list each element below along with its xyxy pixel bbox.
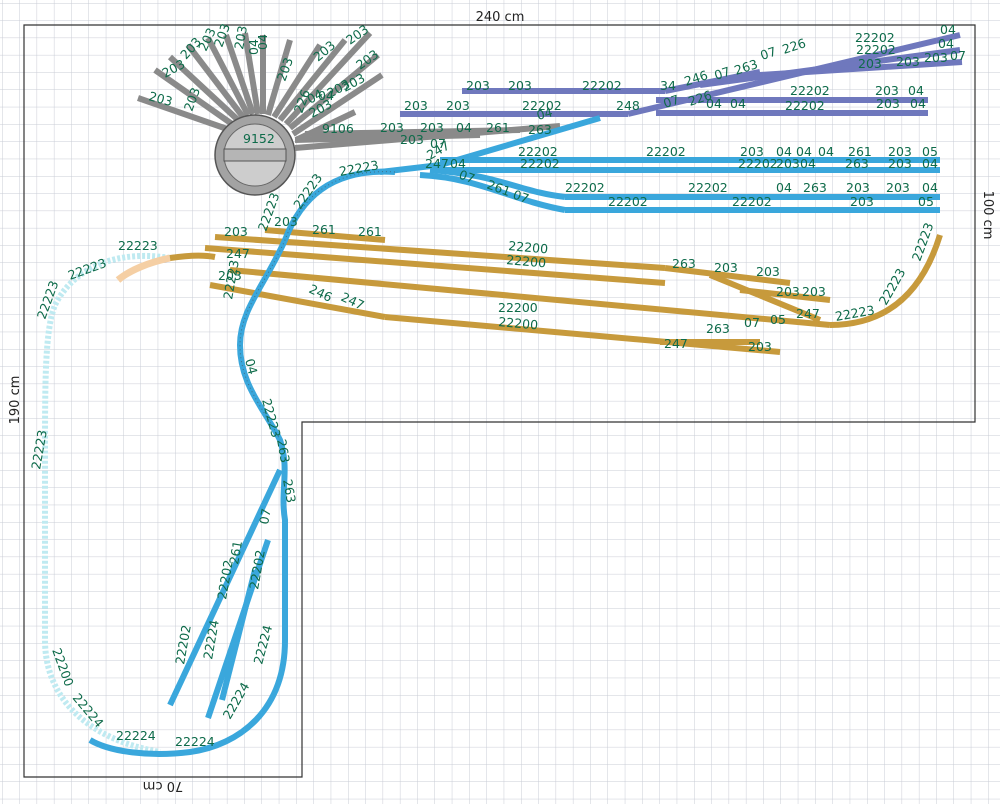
part-label-blue-yard: 203 (886, 180, 910, 195)
part-label-brown: 261 (312, 222, 336, 237)
part-label-brown: 203 (802, 284, 826, 299)
part-label-violet-mid: 248 (616, 98, 640, 113)
part-label-ghost-loop: 22224 (116, 728, 156, 743)
part-label-violet-mid: 203 (404, 98, 428, 113)
part-label-violet-mid: 22202 (790, 83, 830, 98)
part-label-brown: 263 (672, 256, 696, 271)
part-label-blue-yard: 04 (922, 156, 938, 171)
part-label-brown: 263 (706, 321, 730, 336)
part-label-blue-yard: 22202 (688, 180, 728, 195)
part-label-blue-yard: 203 (850, 194, 874, 209)
part-label-violet-mid: 04 (910, 96, 926, 111)
part-label-blue-yard: 203 (846, 180, 870, 195)
part-label-brown: 22200 (498, 300, 538, 315)
part-label-brown: 203 (776, 284, 800, 299)
dimension-left: 190 cm (8, 376, 23, 425)
part-label-ghost-loop: 22223 (118, 238, 158, 253)
dimension-top: 240 cm (476, 10, 525, 25)
part-label-blue-yard: 22202 (732, 194, 772, 209)
part-label-fan: 04 (255, 34, 270, 50)
turntable-bridge (223, 148, 287, 162)
turntable-label: 9152 (243, 131, 275, 146)
part-label-violet-top: 203 (858, 56, 882, 71)
part-label-blue-yard: 22202 (520, 156, 560, 171)
part-label-blue-yard: 203 (776, 156, 800, 171)
part-label-grey-yard: 9106 (322, 121, 354, 136)
part-label-violet-mid: 22202 (785, 98, 825, 113)
part-label-violet-mid: 22202 (522, 98, 562, 113)
part-label-violet-top: 22202 (582, 78, 622, 93)
part-label-violet-mid: 04 (730, 96, 746, 111)
part-label-violet-top: 203 (924, 50, 948, 65)
part-label-blue-yard: 05 (918, 194, 934, 209)
part-label-brown: 247 (226, 246, 250, 261)
part-label-blue-yard: 04 (776, 180, 792, 195)
part-label-violet-mid: 203 (876, 96, 900, 111)
part-label-blue-yard: 22202 (646, 144, 686, 159)
part-label-blue-yard: 04 (450, 156, 466, 171)
track-plan: 240 cm 100 cm 190 cm 70 cm 9152 20320320… (0, 0, 1000, 804)
part-label-brown: 203 (274, 214, 298, 229)
part-label-brown: 247 (664, 336, 688, 351)
part-label-blue-yard: 263 (845, 156, 869, 171)
brown-curve-lead (169, 252, 216, 261)
part-label-blue-yard: 203 (888, 156, 912, 171)
part-label-blue-yard: 22202 (738, 156, 778, 171)
part-label-brown: 203 (714, 260, 738, 275)
part-label-brown: 203 (756, 264, 780, 279)
part-label-fan: 04 (318, 88, 334, 103)
part-label-blue-yard: 263 (803, 180, 827, 195)
part-label-violet-mid: 203 (446, 98, 470, 113)
part-label-brown: 261 (358, 224, 382, 239)
part-label-blue-yard: 04 (818, 144, 834, 159)
part-label-brown: 247 (796, 306, 820, 321)
part-label-brown: 203 (748, 339, 772, 354)
part-label-violet-top: 07 (950, 48, 966, 63)
part-label-grey-yard: 263 (528, 122, 552, 137)
part-label-violet-top: 04 (940, 22, 956, 37)
part-label-violet-top: 203 (508, 78, 532, 93)
part-label-blue-yard: 22202 (608, 194, 648, 209)
part-label-violet-top: 203 (896, 54, 920, 69)
part-label-helix-blue: 07 (256, 507, 274, 525)
part-label-blue-yard: 04 (800, 156, 816, 171)
part-label-grey-yard: 203 (400, 132, 424, 147)
part-label-ghost-loop: 22224 (175, 734, 215, 749)
dimension-right: 100 cm (980, 191, 995, 240)
dimension-bottom: 70 cm (143, 778, 184, 793)
part-label-violet-top: 34 (660, 78, 676, 93)
part-label-blue-yard: 22202 (565, 180, 605, 195)
part-label-brown: 05 (770, 312, 786, 327)
part-label-brown: 07 (744, 315, 760, 330)
part-label-blue-yard: 04 (922, 180, 938, 195)
part-label-brown: 203 (224, 224, 248, 239)
part-label-violet-mid: 04 (706, 96, 722, 111)
part-label-violet-top: 22202 (856, 42, 896, 57)
part-label-violet-top: 203 (466, 78, 490, 93)
part-label-grey-yard: 04 (456, 120, 472, 135)
part-label-grey-yard: 261 (486, 120, 510, 135)
